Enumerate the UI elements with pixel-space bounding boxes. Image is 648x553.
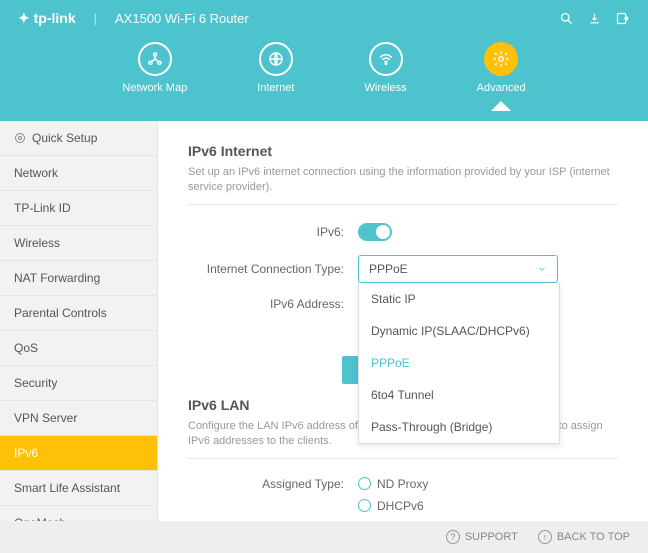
tab-wireless[interactable]: Wireless — [365, 42, 407, 94]
footer: ?SUPPORT ↑BACK TO TOP — [0, 521, 648, 553]
dropdown-option-static[interactable]: Static IP — [359, 283, 559, 315]
conn-type-dropdown: Static IP Dynamic IP(SLAAC/DHCPv6) PPPoE… — [358, 283, 560, 444]
sidebar-item-quick-setup[interactable]: Quick Setup — [0, 121, 157, 156]
search-icon[interactable] — [559, 11, 574, 26]
sidebar-item-qos[interactable]: QoS — [0, 331, 157, 366]
sidebar-item-ipv6[interactable]: IPv6 — [0, 436, 157, 471]
top-icons — [559, 11, 630, 26]
ipv6-toggle[interactable] — [358, 223, 392, 241]
dropdown-option-pppoe[interactable]: PPPoE — [359, 347, 559, 379]
dropdown-option-passthrough[interactable]: Pass-Through (Bridge) — [359, 411, 559, 443]
sidebar-item-nat[interactable]: NAT Forwarding — [0, 261, 157, 296]
divider: | — [94, 11, 97, 26]
up-arrow-icon: ↑ — [538, 530, 552, 544]
ipv6-internet-desc: Set up an IPv6 internet connection using… — [188, 165, 618, 196]
model-name: AX1500 Wi-Fi 6 Router — [115, 11, 249, 26]
back-to-top-button[interactable]: ↑BACK TO TOP — [538, 530, 630, 544]
chevron-down-icon — [537, 264, 547, 274]
logo: ✦ tp-link | AX1500 Wi-Fi 6 Router — [18, 10, 249, 27]
tab-advanced[interactable]: Advanced — [477, 42, 526, 94]
sidebar: Quick Setup Network TP-Link ID Wireless … — [0, 121, 158, 521]
conn-type-label: Internet Connection Type: — [188, 262, 358, 276]
support-icon: ? — [446, 530, 460, 544]
sidebar-item-security[interactable]: Security — [0, 366, 157, 401]
conn-type-select[interactable]: PPPoE — [358, 255, 558, 283]
sidebar-item-onemesh[interactable]: OneMesh — [0, 506, 157, 521]
header: ✦ tp-link | AX1500 Wi-Fi 6 Router Networ… — [0, 0, 648, 121]
divider — [188, 458, 618, 459]
ipv6-addr-label: IPv6 Address: — [188, 297, 358, 311]
sidebar-item-parental[interactable]: Parental Controls — [0, 296, 157, 331]
radio-nd-proxy[interactable]: ND Proxy — [358, 477, 428, 491]
sidebar-item-wireless[interactable]: Wireless — [0, 226, 157, 261]
brand-logo: ✦ tp-link — [18, 10, 76, 27]
dropdown-option-dynamic[interactable]: Dynamic IP(SLAAC/DHCPv6) — [359, 315, 559, 347]
topbar: ✦ tp-link | AX1500 Wi-Fi 6 Router — [0, 0, 648, 36]
sidebar-item-network[interactable]: Network — [0, 156, 157, 191]
download-icon[interactable] — [588, 12, 601, 25]
logout-icon[interactable] — [615, 11, 630, 26]
sidebar-item-smart-life[interactable]: Smart Life Assistant — [0, 471, 157, 506]
dropdown-option-6to4[interactable]: 6to4 Tunnel — [359, 379, 559, 411]
divider — [188, 204, 618, 205]
tab-internet[interactable]: Internet — [257, 42, 294, 94]
ipv6-internet-title: IPv6 Internet — [188, 143, 618, 159]
main-content: IPv6 Internet Set up an IPv6 internet co… — [158, 121, 648, 521]
assigned-type-label: Assigned Type: — [188, 477, 358, 491]
sidebar-item-vpn[interactable]: VPN Server — [0, 401, 157, 436]
ipv6-toggle-label: IPv6: — [188, 225, 358, 239]
sidebar-item-tplink-id[interactable]: TP-Link ID — [0, 191, 157, 226]
support-button[interactable]: ?SUPPORT — [446, 530, 518, 544]
tab-network-map[interactable]: Network Map — [122, 42, 187, 94]
conn-type-value: PPPoE — [369, 262, 408, 276]
radio-dhcpv6[interactable]: DHCPv6 — [358, 499, 428, 513]
main-tabs: Network Map Internet Wireless Advanced — [0, 36, 648, 94]
